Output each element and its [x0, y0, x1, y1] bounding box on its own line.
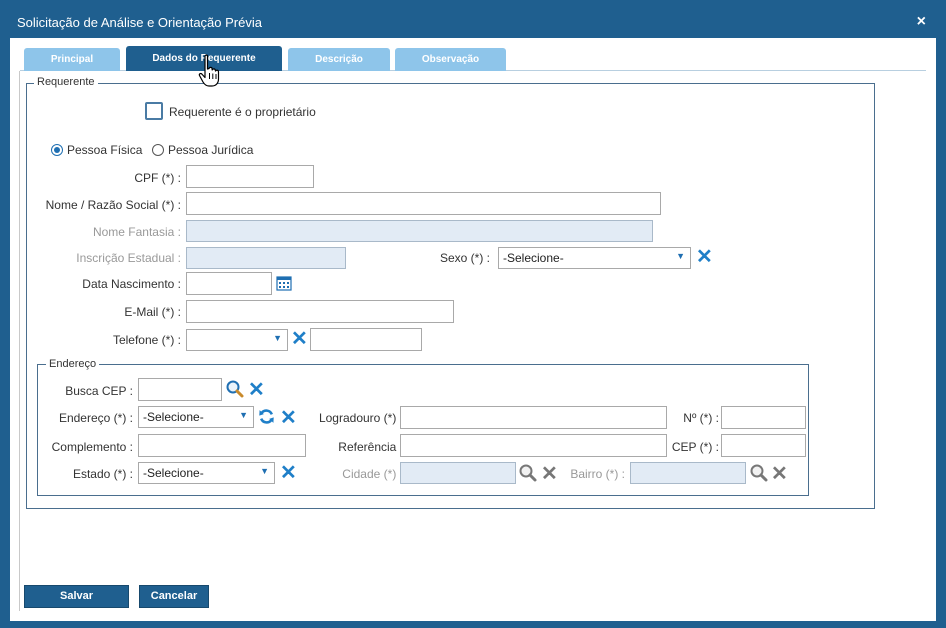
- clear-bairro-icon[interactable]: ✕: [771, 464, 788, 484]
- inscricao-estadual-input: [186, 247, 346, 269]
- pessoa-fisica-label: Pessoa Física: [67, 143, 143, 157]
- cidade-label: Cidade (*) :: [342, 467, 403, 481]
- email-input[interactable]: [186, 300, 454, 323]
- referencia-label: Referência :: [338, 440, 403, 454]
- save-button[interactable]: Salvar: [24, 585, 129, 608]
- sexo-label: Sexo (*) :: [439, 251, 490, 265]
- cidade-input: [400, 462, 516, 484]
- numero-input[interactable]: [721, 406, 806, 429]
- busca-cep-input[interactable]: [138, 378, 222, 401]
- pessoa-juridica-radio[interactable]: [152, 144, 164, 156]
- estado-label: Estado (*) :: [72, 467, 133, 481]
- numero-label: Nº (*) :: [683, 411, 719, 425]
- clear-telefone-icon[interactable]: ✕: [291, 329, 308, 349]
- estado-select[interactable]: -Selecione- ▼: [138, 462, 275, 484]
- cep-label: CEP (*) :: [671, 440, 719, 454]
- nome-fantasia-label: Nome Fantasia :: [92, 225, 181, 239]
- logradouro-input[interactable]: [400, 406, 667, 429]
- tab-observacao[interactable]: Observação: [395, 48, 506, 71]
- nome-input[interactable]: [186, 192, 661, 215]
- complemento-input[interactable]: [138, 434, 306, 457]
- bairro-label: Bairro (*) :: [570, 467, 625, 481]
- tab-panel: Requerente Requerente é o proprietário P…: [19, 71, 926, 611]
- tab-strip: Principal Dados do Requerente Descrição …: [20, 46, 926, 71]
- dialog: Solicitação de Análise e Orientação Prév…: [0, 0, 946, 628]
- search-icon[interactable]: [518, 463, 538, 486]
- search-icon[interactable]: [225, 379, 245, 402]
- cpf-input[interactable]: [186, 165, 314, 188]
- inscricao-estadual-label: Inscrição Estadual :: [76, 251, 181, 265]
- chevron-down-icon: ▼: [676, 251, 685, 261]
- sexo-select-value: -Selecione-: [503, 251, 564, 265]
- pessoa-juridica-label: Pessoa Jurídica: [168, 143, 254, 157]
- hand-cursor-icon: [196, 54, 224, 93]
- endereco-label: Endereço (*) :: [58, 411, 133, 425]
- pessoa-fisica-radio[interactable]: [51, 144, 63, 156]
- referencia-input[interactable]: [400, 434, 667, 457]
- search-icon[interactable]: [749, 463, 769, 486]
- tab-descricao[interactable]: Descrição: [288, 48, 390, 71]
- cpf-label: CPF (*) :: [134, 171, 181, 185]
- owner-checkbox-label: Requerente é o proprietário: [169, 105, 316, 119]
- endereco-legend: Endereço: [46, 358, 100, 370]
- chevron-down-icon: ▼: [260, 466, 269, 476]
- nome-fantasia-input: [186, 220, 653, 242]
- busca-cep-label: Busca CEP :: [65, 384, 133, 398]
- data-nascimento-input[interactable]: [186, 272, 272, 295]
- nome-label: Nome / Razão Social (*) :: [45, 198, 181, 212]
- chevron-down-icon: ▼: [273, 333, 282, 343]
- telefone-tipo-select[interactable]: ▼: [186, 329, 288, 351]
- clear-estado-icon[interactable]: ✕: [280, 463, 297, 483]
- requerente-legend: Requerente: [34, 76, 98, 88]
- dialog-title: Solicitação de Análise e Orientação Prév…: [17, 15, 262, 30]
- complemento-label: Complemento :: [51, 440, 133, 454]
- estado-select-value: -Selecione-: [143, 466, 204, 480]
- logradouro-label: Logradouro (*) :: [318, 411, 403, 425]
- telefone-input[interactable]: [310, 328, 422, 351]
- dialog-content: Principal Dados do Requerente Descrição …: [10, 38, 936, 621]
- email-label: E-Mail (*) :: [124, 305, 181, 319]
- telefone-label: Telefone (*) :: [112, 333, 181, 347]
- endereco-select-value: -Selecione-: [143, 410, 204, 424]
- refresh-icon[interactable]: [258, 408, 275, 428]
- cep-input[interactable]: [721, 434, 806, 457]
- endereco-select[interactable]: -Selecione- ▼: [138, 406, 254, 428]
- close-icon[interactable]: ×: [917, 13, 926, 31]
- owner-checkbox[interactable]: [145, 102, 163, 120]
- bairro-input: [630, 462, 746, 484]
- data-nascimento-label: Data Nascimento :: [82, 277, 181, 291]
- sexo-select[interactable]: -Selecione- ▼: [498, 247, 691, 269]
- tab-principal[interactable]: Principal: [24, 48, 120, 71]
- clear-sexo-icon[interactable]: ✕: [696, 247, 713, 267]
- chevron-down-icon: ▼: [239, 410, 248, 420]
- calendar-icon[interactable]: [276, 275, 292, 294]
- clear-busca-cep-icon[interactable]: ✕: [248, 380, 265, 400]
- clear-endereco-icon[interactable]: ✕: [280, 408, 297, 428]
- cancel-button[interactable]: Cancelar: [139, 585, 209, 608]
- clear-cidade-icon[interactable]: ✕: [541, 464, 558, 484]
